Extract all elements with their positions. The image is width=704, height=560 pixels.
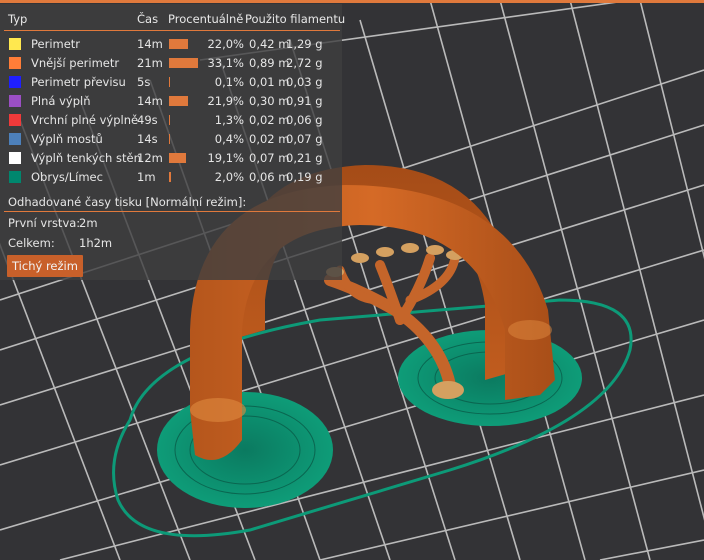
legend-percent-bar	[169, 115, 170, 125]
legend-row-percent: 22,0%	[207, 37, 244, 51]
legend-row-time: 5s	[137, 75, 151, 89]
legend-row-weight: 1,29 g	[286, 37, 323, 51]
legend-row-length: 0,07 m	[249, 151, 290, 165]
header-type: Typ	[8, 12, 28, 26]
legend-swatch	[9, 114, 21, 126]
legend-row: Vrchní plné výplně 49s 1,3% 0,02 m 0,06 g	[0, 111, 342, 130]
legend-percent-bar	[169, 96, 188, 106]
legend-row-label: Perimetr	[31, 37, 81, 51]
legend-row-percent: 21,9%	[207, 94, 244, 108]
legend-percent-bar	[169, 58, 198, 68]
legend-row: Vnější perimetr 21m 33,1% 0,89 m 2,72 g	[0, 54, 342, 73]
legend-row: Perimetr převisu 5s 0,1% 0,01 m 0,03 g	[0, 73, 342, 92]
legend-percent-bar	[169, 39, 188, 49]
legend-row-label: Perimetr převisu	[31, 75, 126, 89]
legend-row-percent: 0,4%	[214, 132, 244, 146]
legend-row: Obrys/Límec 1m 2,0% 0,06 m 0,19 g	[0, 168, 342, 187]
legend-row-time: 12m	[137, 151, 163, 165]
quiet-mode-button[interactable]: Tichý režim	[7, 255, 83, 277]
legend-row-time: 14m	[137, 37, 163, 51]
legend-row-length: 0,06 m	[249, 170, 290, 184]
legend-percent-bar	[169, 172, 171, 182]
legend-row-label: Obrys/Límec	[31, 170, 103, 184]
legend-row-label: Vnější perimetr	[31, 56, 120, 70]
estimate-title: Odhadované časy tisku [Normální režim]:	[8, 195, 247, 209]
legend-row-percent: 33,1%	[207, 56, 244, 70]
estimate-divider	[4, 211, 340, 212]
legend-swatch	[9, 76, 21, 88]
legend-row-label: Výplň tenkých stěn	[31, 151, 141, 165]
legend-swatch	[9, 57, 21, 69]
legend-row-weight: 0,21 g	[286, 151, 323, 165]
legend-row-weight: 0,07 g	[286, 132, 323, 146]
legend-row-weight: 0,03 g	[286, 75, 323, 89]
legend-row-length: 0,30 m	[249, 94, 290, 108]
total-label: Celkem:	[8, 236, 55, 250]
legend-row-label: Výplň mostů	[31, 132, 103, 146]
legend-swatch	[9, 95, 21, 107]
legend-percent-bar	[169, 77, 170, 87]
legend-row-time: 1m	[137, 170, 156, 184]
legend-row-label: Vrchní plné výplně	[31, 113, 139, 127]
legend-row-percent: 0,1%	[214, 75, 244, 89]
header-time: Čas	[137, 12, 159, 26]
legend-swatch	[9, 152, 21, 164]
legend-row-length: 0,01 m	[249, 75, 290, 89]
legend-row-length: 0,02 m	[249, 113, 290, 127]
legend-row: Plná výplň 14m 21,9% 0,30 m 0,91 g	[0, 92, 342, 111]
legend-row: Perimetr 14m 22,0% 0,42 m 1,29 g	[0, 35, 342, 54]
legend-row-percent: 2,0%	[214, 170, 244, 184]
header-filament: Použito filamentu	[245, 12, 346, 26]
legend-row-length: 0,02 m	[249, 132, 290, 146]
header-divider	[4, 30, 340, 31]
legend-row-length: 0,89 m	[249, 56, 290, 70]
top-accent-bar	[0, 0, 704, 3]
legend-row-time: 14s	[137, 132, 158, 146]
legend-panel: Typ Čas Procentuálně Použito filamentu P…	[0, 4, 346, 280]
legend-row-time: 21m	[137, 56, 163, 70]
legend-row-time: 14m	[137, 94, 163, 108]
legend-swatch	[9, 171, 21, 183]
legend-percent-bar	[169, 134, 170, 144]
legend-row-weight: 0,19 g	[286, 170, 323, 184]
legend-row-weight: 2,72 g	[286, 56, 323, 70]
legend-swatch	[9, 133, 21, 145]
legend-row: Výplň tenkých stěn 12m 19,1% 0,07 m 0,21 g	[0, 149, 342, 168]
first-layer-label: První vrstva:	[8, 216, 81, 230]
legend-row: Výplň mostů 14s 0,4% 0,02 m 0,07 g	[0, 130, 342, 149]
legend-row-time: 49s	[137, 113, 158, 127]
legend-percent-bar	[169, 153, 186, 163]
legend-row-percent: 1,3%	[214, 113, 244, 127]
legend-row-percent: 19,1%	[207, 151, 244, 165]
header-percent: Procentuálně	[168, 12, 244, 26]
legend-row-label: Plná výplň	[31, 94, 91, 108]
first-layer-value: 2m	[79, 216, 98, 230]
legend-row-weight: 0,06 g	[286, 113, 323, 127]
legend-swatch	[9, 38, 21, 50]
total-value: 1h2m	[79, 236, 113, 250]
legend-row-weight: 0,91 g	[286, 94, 323, 108]
legend-row-length: 0,42 m	[249, 37, 290, 51]
